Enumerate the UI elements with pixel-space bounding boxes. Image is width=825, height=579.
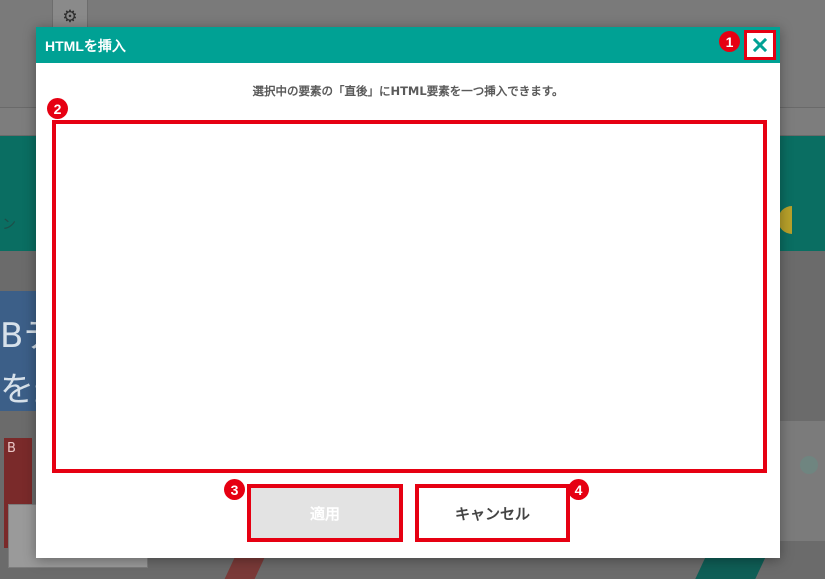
close-button[interactable] xyxy=(744,30,776,60)
html-input-textarea[interactable] xyxy=(52,120,767,473)
cancel-button[interactable]: キャンセル xyxy=(415,484,570,542)
close-icon xyxy=(753,38,767,52)
apply-button[interactable]: 適用 xyxy=(247,484,403,542)
background-thumbnail-letter: B xyxy=(7,441,16,456)
dialog-description: 選択中の要素の「直後」にHTML要素を一つ挿入できます。 xyxy=(252,84,564,98)
annotation-marker-1: 1 xyxy=(719,31,740,52)
background-card xyxy=(780,421,825,541)
annotation-marker-3: 3 xyxy=(224,479,245,500)
dialog-title: HTMLを挿入 xyxy=(45,38,126,54)
background-dot xyxy=(800,456,818,474)
background-badge xyxy=(778,206,792,234)
insert-html-dialog: HTMLを挿入 選択中の要素の「直後」にHTML要素を一つ挿入できます。 適用 … xyxy=(36,27,780,558)
background-hero-small-text: ン xyxy=(2,217,16,233)
annotation-marker-4: 4 xyxy=(568,479,589,500)
dialog-header: HTMLを挿入 xyxy=(36,27,780,63)
annotation-marker-2: 2 xyxy=(47,98,68,119)
